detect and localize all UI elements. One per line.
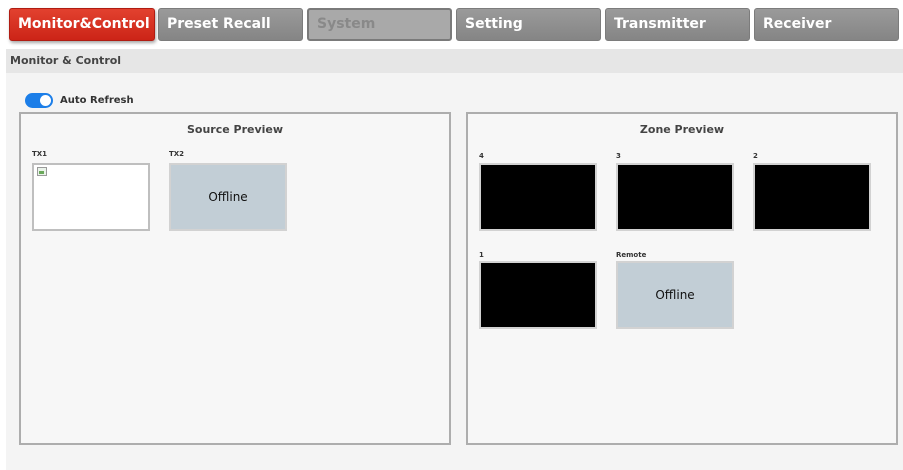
tab-receiver[interactable]: Receiver <box>754 8 899 41</box>
zone-thumb-1[interactable] <box>479 261 597 329</box>
toggle-knob <box>40 95 51 106</box>
zone-thumb-4[interactable] <box>479 163 597 231</box>
tab-preset-recall[interactable]: Preset Recall <box>158 8 303 41</box>
zone-preview-title: Zone Preview <box>639 123 725 136</box>
broken-image-icon <box>37 167 47 176</box>
tab-transmitter[interactable]: Transmitter <box>605 8 750 41</box>
tab-bar: Monitor&Control Preset Recall System Set… <box>0 0 903 46</box>
auto-refresh-toggle[interactable] <box>25 93 53 108</box>
tab-system: System <box>307 8 452 41</box>
zone-thumb-3[interactable] <box>616 163 734 231</box>
tab-monitor-control[interactable]: Monitor&Control <box>9 8 155 41</box>
auto-refresh-label: Auto Refresh <box>60 95 134 106</box>
source-preview-panel: Source Preview TX1 TX2 Offline <box>19 112 451 445</box>
zone-thumb-2[interactable] <box>753 163 871 231</box>
zone-label-3: 3 <box>616 152 621 160</box>
main-content: Monitor & Control Auto Refresh Source Pr… <box>6 49 903 470</box>
source-thumb-tx1[interactable] <box>32 163 150 231</box>
source-preview-title: Source Preview <box>186 123 284 136</box>
zone-thumb-remote[interactable]: Offline <box>616 261 734 329</box>
zone-label-4: 4 <box>479 152 484 160</box>
zone-label-2: 2 <box>753 152 758 160</box>
section-title: Monitor & Control <box>6 49 903 73</box>
source-label-tx2: TX2 <box>169 150 185 158</box>
source-label-tx1: TX1 <box>32 150 48 158</box>
zone-label-remote: Remote <box>616 251 647 259</box>
source-thumb-tx2[interactable]: Offline <box>169 163 287 231</box>
zone-label-1: 1 <box>479 251 484 259</box>
zone-preview-panel: Zone Preview 4 3 2 1 Remote Offline <box>466 112 898 445</box>
tab-setting[interactable]: Setting <box>456 8 601 41</box>
